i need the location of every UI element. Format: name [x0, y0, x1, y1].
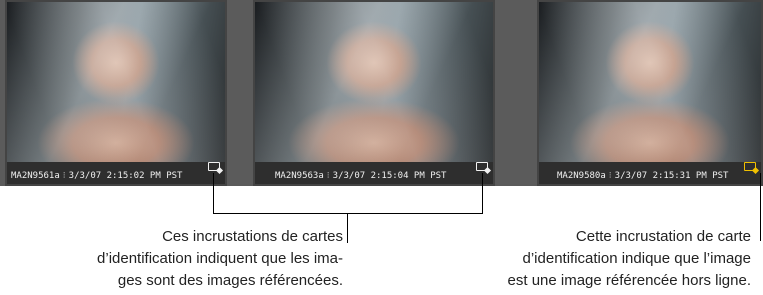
offline-referenced-image-icon	[744, 162, 756, 171]
photo-thumbnail[interactable]: MA2N9561a ⁝ 3/3/07 2:15:02 PM PST	[5, 0, 227, 186]
separator: ⁝	[326, 171, 330, 181]
veil-overlay	[539, 2, 761, 162]
separator: ⁝	[608, 171, 612, 181]
veil-overlay	[7, 2, 225, 162]
thumbnail-strip: MA2N9561a ⁝ 3/3/07 2:15:02 PM PST MA2N95…	[0, 0, 763, 186]
filename-label: MA2N9563a	[275, 171, 324, 181]
date-label: 3/3/07 2:15:02 PM PST	[68, 171, 183, 181]
callout-text-left: Ces incrustations de cartes d’identifica…	[97, 228, 343, 289]
filename-label: MA2N9580a	[557, 171, 606, 181]
callout-line	[482, 173, 483, 214]
photo-thumbnail[interactable]: MA2N9580a ⁝ 3/3/07 2:15:31 PM PST	[537, 0, 763, 186]
metadata-overlay: MA2N9563a ⁝ 3/3/07 2:15:04 PM PST	[255, 162, 493, 184]
callout-line	[760, 173, 761, 241]
callout-line	[213, 213, 483, 214]
date-label: 3/3/07 2:15:31 PM PST	[614, 171, 729, 181]
filename-label: MA2N9561a	[11, 171, 60, 181]
date-label: 3/3/07 2:15:04 PM PST	[332, 171, 447, 181]
photo-thumbnail[interactable]: MA2N9563a ⁝ 3/3/07 2:15:04 PM PST	[253, 0, 495, 186]
callout-line	[213, 173, 214, 214]
veil-overlay	[255, 2, 493, 162]
referenced-image-icon	[476, 162, 488, 171]
callout-line	[347, 213, 348, 243]
referenced-image-icon	[208, 162, 220, 171]
callout-text-right: Cette incrustation de carte d’identifica…	[507, 228, 751, 289]
metadata-overlay: MA2N9561a ⁝ 3/3/07 2:15:02 PM PST	[7, 162, 225, 184]
separator: ⁝	[62, 171, 66, 181]
metadata-overlay: MA2N9580a ⁝ 3/3/07 2:15:31 PM PST	[539, 162, 761, 184]
